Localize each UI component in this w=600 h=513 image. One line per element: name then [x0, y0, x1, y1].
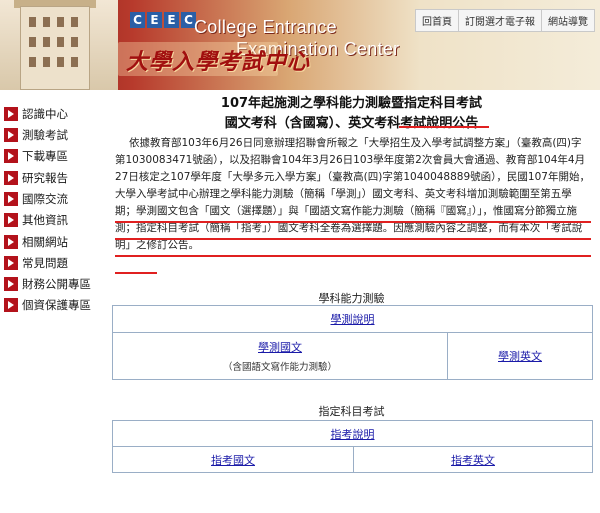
- sidebar-item-label: 常見問題: [22, 255, 68, 270]
- sidebar-item-label: 測驗考試: [22, 128, 68, 143]
- sidebar-item-exams[interactable]: 測驗考試: [0, 125, 100, 145]
- newsletter-link[interactable]: 訂閱選才電子報: [459, 10, 542, 31]
- sidebar-item-international[interactable]: 國際交流: [0, 189, 100, 209]
- top-utility-links: 回首頁 訂閱選才電子報 網站導覽: [415, 9, 595, 32]
- ast-english-cell: 指考英文: [354, 447, 592, 472]
- red-arrow-icon: [4, 298, 18, 313]
- gsat-chinese-cell: 學測國文 （含國語文寫作能力測驗）: [113, 333, 447, 379]
- sidebar-item-label: 國際交流: [22, 191, 68, 206]
- page-title: 107年起施測之學科能力測驗暨指定科目考試: [220, 96, 483, 111]
- red-arrow-icon: [4, 149, 18, 164]
- main-content: 107年起施測之學科能力測驗暨指定科目考試 國文考科（含國寫）、英文考科考試說明…: [103, 90, 600, 513]
- red-underline-annotation: [115, 238, 591, 240]
- sidebar-item-research[interactable]: 研究報告: [0, 168, 100, 188]
- red-arrow-icon: [4, 106, 18, 121]
- ast-english-link[interactable]: 指考英文: [451, 452, 495, 468]
- red-arrow-icon: [4, 234, 18, 249]
- gsat-english-cell: 學測英文: [448, 333, 592, 379]
- red-arrow-icon: [4, 277, 18, 292]
- red-arrow-icon: [4, 255, 18, 270]
- red-arrow-icon: [4, 170, 18, 185]
- site-title-zh: 大學入學考試中心: [126, 49, 311, 75]
- red-underline-annotation: [115, 255, 591, 257]
- logo-letter: E: [164, 12, 179, 28]
- red-underline-annotation: [399, 126, 489, 128]
- building-tower: [20, 6, 90, 90]
- ast-links-table: 指考說明 指考國文 指考英文: [112, 420, 593, 473]
- sitemap-link[interactable]: 網站導覽: [542, 10, 594, 31]
- gsat-links-table: 學測說明 學測國文 （含國語文寫作能力測驗） 學測英文: [112, 305, 593, 380]
- home-link[interactable]: 回首頁: [416, 10, 459, 31]
- sidebar-item-about[interactable]: 認識中心: [0, 104, 100, 124]
- sidebar-item-label: 下載專區: [22, 149, 68, 164]
- gsat-chinese-link[interactable]: 學測國文: [258, 339, 302, 355]
- ast-chinese-link[interactable]: 指考國文: [211, 452, 255, 468]
- ast-section-title: 指定科目考試: [318, 405, 385, 418]
- ast-chinese-cell: 指考國文: [113, 447, 353, 472]
- site-header: C E E C College Entrance Examination Cen…: [0, 0, 600, 90]
- logo-letter: C: [130, 12, 145, 28]
- gsat-section-title: 學科能力測驗: [318, 292, 385, 305]
- gsat-overview-cell: 學測說明: [113, 306, 592, 332]
- red-arrow-icon: [4, 128, 18, 143]
- sidebar-item-label: 相關網站: [22, 234, 68, 249]
- sidebar-item-label: 個資保護專區: [22, 298, 91, 313]
- sidebar-item-label: 財務公開專區: [22, 277, 91, 292]
- page-subtitle: 國文考科（含國寫）、英文考科考試說明公告: [224, 116, 479, 131]
- sidebar-item-finance[interactable]: 財務公開專區: [0, 274, 100, 294]
- sidebar-item-privacy[interactable]: 個資保護專區: [0, 296, 100, 316]
- ast-subjects-row: 指考國文 指考英文: [113, 447, 592, 472]
- red-underline-annotation: [115, 272, 157, 274]
- ast-overview-cell: 指考說明: [113, 421, 592, 446]
- sidebar-item-label: 其他資訊: [22, 213, 68, 228]
- sidebar-item-label: 認識中心: [22, 106, 68, 121]
- ceec-logo: C E E C: [130, 12, 196, 28]
- logo-letter: E: [147, 12, 162, 28]
- red-arrow-icon: [4, 213, 18, 228]
- gsat-chinese-note: （含國語文寫作能力測驗）: [222, 362, 337, 373]
- sidebar-item-downloads[interactable]: 下載專區: [0, 147, 100, 167]
- ast-overview-link[interactable]: 指考說明: [331, 426, 375, 442]
- gsat-subjects-row: 學測國文 （含國語文寫作能力測驗） 學測英文: [113, 333, 592, 379]
- gsat-overview-row: 學測說明: [113, 306, 592, 333]
- sidebar-item-other-info[interactable]: 其他資訊: [0, 210, 100, 230]
- ast-overview-row: 指考說明: [113, 421, 592, 447]
- sidebar-item-faq[interactable]: 常見問題: [0, 253, 100, 273]
- red-arrow-icon: [4, 191, 18, 206]
- site-title-en-line1: College Entrance: [194, 17, 337, 37]
- gsat-overview-link[interactable]: 學測說明: [331, 311, 375, 327]
- gsat-english-link[interactable]: 學測英文: [498, 348, 542, 364]
- sidebar-item-related-sites[interactable]: 相關網站: [0, 232, 100, 252]
- sidebar-item-label: 研究報告: [22, 170, 68, 185]
- sidebar-nav: 認識中心 測驗考試 下載專區 研究報告 國際交流 其他資訊 相關網站 常見問題 …: [0, 104, 100, 317]
- intro-paragraph: 依據教育部103年6月26日同意辦理招聯會所報之「大學招生及入學考試調整方案」（…: [115, 137, 590, 251]
- building-photo: [0, 0, 118, 90]
- red-underline-annotation: [115, 221, 591, 223]
